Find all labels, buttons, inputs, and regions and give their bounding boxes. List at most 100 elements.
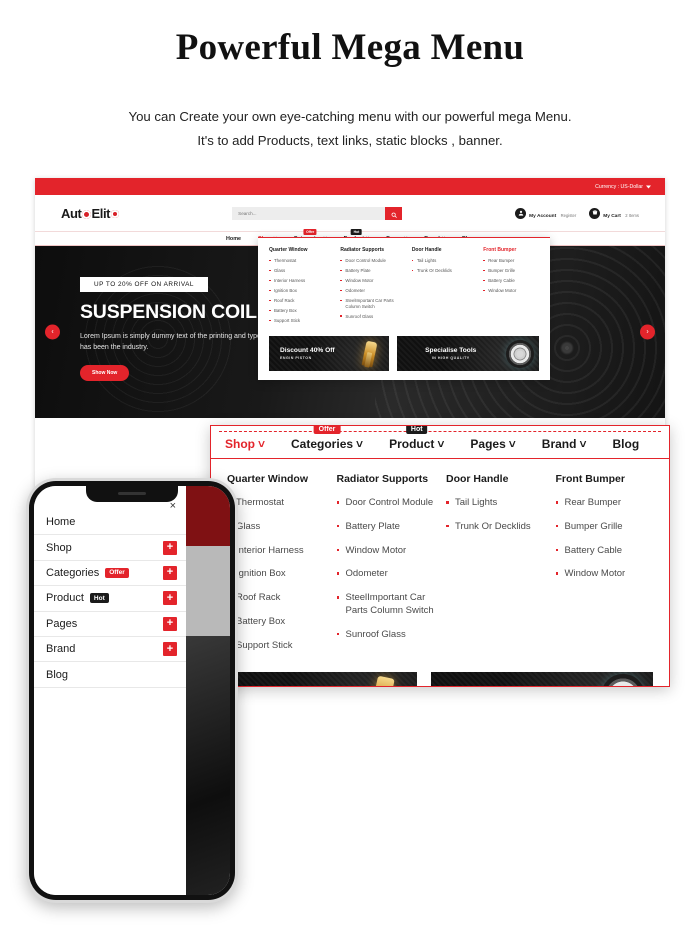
expand-plus-icon[interactable]: +: [163, 616, 177, 631]
mobile-menu-drawer: × Home Shop + Categories Offer + Product…: [34, 486, 186, 895]
promo-sub: IN HIGH QUALITY: [431, 355, 470, 360]
big-promo-banner-discount[interactable]: Discount 40% Off ENGIN PISTON: [227, 671, 417, 686]
mega-link[interactable]: Window Motor: [336, 545, 435, 558]
search-icon: [391, 206, 397, 221]
close-icon[interactable]: ×: [170, 501, 176, 512]
gear-icon: [81, 209, 91, 219]
big-nav-label-blog: Blog: [612, 437, 640, 451]
slider-next-arrow[interactable]: ›: [640, 324, 655, 340]
search-button[interactable]: [385, 206, 403, 221]
nav-label-home: Home: [226, 235, 241, 242]
mega-link[interactable]: Battery Cable: [555, 545, 654, 558]
mega-link[interactable]: SteelImportant Car Parts Column Switch: [340, 298, 403, 309]
mega-link[interactable]: Thermostat: [269, 258, 332, 264]
mega-link[interactable]: Battery Plate: [336, 521, 435, 534]
mega-link[interactable]: Trunk Or Decklids: [411, 268, 475, 274]
currency-selector[interactable]: Currency : US-Dollar: [595, 184, 651, 190]
promo-banner-discount[interactable]: Discount 40% Off ENGIN PISTON: [269, 336, 389, 372]
cart-icon: [589, 207, 601, 219]
mega-list: Tail Lights Trunk Or Decklids: [446, 497, 544, 534]
mega-link[interactable]: Door Control Module: [340, 258, 403, 264]
big-promo-banner-tools[interactable]: Specialise Tools IN HIGH QUALITY: [431, 671, 653, 686]
expand-plus-icon[interactable]: +: [163, 642, 177, 657]
mobile-menu-item-blog[interactable]: Blog: [34, 662, 186, 688]
mega-link[interactable]: Ignition Box: [227, 568, 325, 581]
expand-plus-icon[interactable]: +: [163, 540, 177, 555]
mega-link[interactable]: Rear Bumper: [555, 497, 654, 510]
big-nav-item-blog[interactable]: Blog: [612, 437, 639, 451]
badge-hot: Hot: [405, 426, 428, 434]
piston-icon: [361, 340, 377, 367]
expand-plus-icon[interactable]: +: [163, 565, 177, 580]
mega-link[interactable]: Glass: [269, 268, 332, 274]
mega-column-radiator-supports: Radiator Supports Door Control Module Ba…: [340, 247, 403, 328]
mega-link[interactable]: Sunroof Glass: [340, 314, 403, 320]
logo[interactable]: Aut Elit: [61, 206, 119, 221]
user-icon: [515, 207, 527, 219]
chevron-down-icon: ˅: [579, 437, 587, 451]
mega-link[interactable]: Odometer: [336, 568, 435, 581]
big-mega-column-door-handle: Door Handle Tail Lights Trunk Or Decklid…: [446, 473, 544, 664]
mega-link[interactable]: Interior Harness: [269, 278, 332, 284]
my-account-link[interactable]: My Account Register: [515, 204, 576, 222]
mega-menu-panel-enlarged: Shop ˅ Offer Categories ˅ Hot Product ˅ Pages…: [210, 425, 670, 687]
mega-link[interactable]: Sunroof Glass: [336, 629, 435, 642]
search-input[interactable]: [232, 206, 386, 220]
show-now-button[interactable]: Show Now: [80, 365, 130, 382]
mega-link[interactable]: Bumper Grille: [483, 268, 539, 274]
mega-link[interactable]: Battery Plate: [340, 268, 403, 274]
mega-link[interactable]: Support Stick: [269, 318, 332, 324]
mega-link[interactable]: Interior Harness: [227, 545, 325, 558]
mobile-label-product: Product: [46, 592, 84, 605]
mega-link[interactable]: Trunk Or Decklids: [446, 521, 544, 534]
mobile-menu-item-brand[interactable]: Brand +: [34, 637, 186, 663]
mega-link[interactable]: Roof Rack: [227, 592, 325, 605]
mega-link[interactable]: Glass: [227, 521, 325, 534]
my-cart-link[interactable]: My Cart 2 Items: [589, 204, 639, 222]
mega-link[interactable]: Odometer: [340, 288, 403, 294]
mega-heading: Front Bumper: [483, 247, 517, 253]
mobile-menu-item-shop[interactable]: Shop +: [34, 535, 186, 561]
mega-list: Tail Lights Trunk Or Decklids: [411, 258, 475, 274]
mega-link[interactable]: Bumper Grille: [555, 521, 654, 534]
big-nav-label-product: Product: [389, 437, 435, 451]
big-nav-item-brand[interactable]: Brand ˅: [542, 437, 587, 451]
big-nav-item-product[interactable]: Hot Product ˅: [389, 426, 444, 451]
mobile-menu-item-product[interactable]: Product Hot +: [34, 586, 186, 612]
big-nav-item-pages[interactable]: Pages ˅: [470, 437, 515, 451]
mega-link[interactable]: Battery Box: [269, 308, 332, 314]
mobile-menu-item-home[interactable]: Home: [34, 510, 186, 536]
mega-link[interactable]: Rear Bumper: [483, 258, 539, 264]
mega-link[interactable]: Window Motor: [483, 288, 539, 294]
mega-link[interactable]: Door Control Module: [336, 497, 435, 510]
mega-link[interactable]: Window Motor: [555, 568, 654, 581]
nav-item-home[interactable]: Home: [226, 236, 241, 242]
chevron-down-icon: ˅: [258, 437, 266, 451]
my-account-text: My Account Register: [529, 204, 576, 222]
mega-link[interactable]: SteelImportant Car Parts Column Switch: [336, 592, 435, 618]
mega-list: Door Control Module Battery Plate Window…: [340, 258, 403, 320]
currency-label: Currency : US-Dollar: [595, 183, 643, 190]
chevron-down-icon: ˅: [356, 437, 364, 451]
search-box: [232, 206, 403, 221]
mega-link[interactable]: Roof Rack: [269, 298, 332, 304]
promo-banner-tools[interactable]: Specialise Tools IN HIGH QUALITY: [396, 336, 540, 372]
expand-plus-icon[interactable]: +: [163, 591, 177, 606]
big-nav-item-categories[interactable]: Offer Categories ˅: [291, 426, 364, 451]
page-subtitle: You can Create your own eye-catching men…: [0, 105, 700, 154]
mobile-menu-item-pages[interactable]: Pages +: [34, 612, 186, 637]
mega-link[interactable]: Battery Cable: [483, 278, 539, 284]
mega-link[interactable]: Tail Lights: [446, 497, 544, 510]
mega-link[interactable]: Ignition Box: [269, 288, 332, 294]
mega-link[interactable]: Window Motor: [340, 278, 403, 284]
mobile-menu-item-categories[interactable]: Categories Offer +: [34, 561, 186, 587]
logo-text-1: Aut: [61, 205, 82, 221]
big-nav-label-shop: Shop: [225, 437, 255, 451]
mega-link[interactable]: Battery Box: [227, 616, 325, 629]
mega-link[interactable]: Tail Lights: [411, 258, 475, 264]
big-nav-label-pages: Pages: [470, 437, 506, 451]
mega-link[interactable]: Support Stick: [227, 640, 325, 653]
mega-link[interactable]: Thermostat: [227, 497, 325, 510]
big-nav-item-shop[interactable]: Shop ˅: [225, 437, 265, 451]
slider-prev-arrow[interactable]: ‹: [45, 324, 60, 340]
